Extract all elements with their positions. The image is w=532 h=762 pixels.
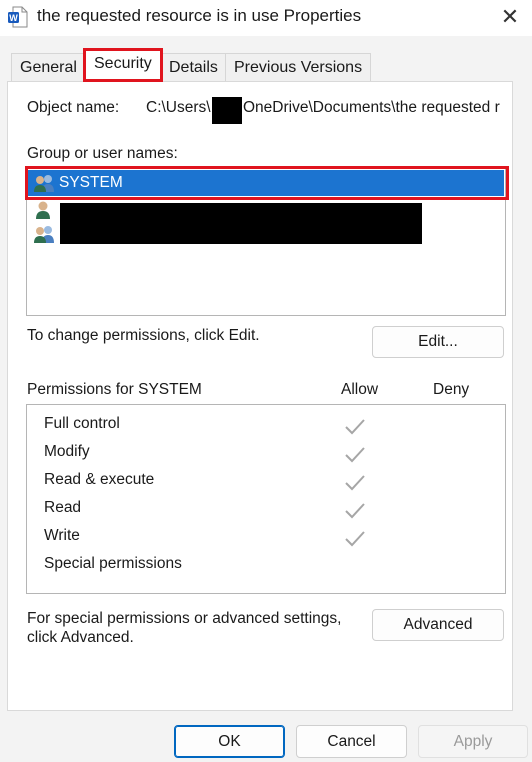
permission-full-control: Full control [44, 415, 120, 432]
svg-text:W: W [9, 13, 18, 23]
allow-check-icon [344, 502, 366, 520]
permission-special: Special permissions [44, 555, 182, 572]
object-name-label: Object name: [27, 99, 120, 116]
highlight-outline [25, 166, 509, 200]
allow-check-icon [344, 446, 366, 464]
redaction-box [212, 97, 242, 124]
tab-general[interactable]: General [11, 53, 86, 81]
permissions-header: Permissions for SYSTEM [27, 381, 202, 398]
tab-previous-versions[interactable]: Previous Versions [225, 53, 372, 81]
user-icon [33, 200, 55, 220]
edit-button[interactable]: Edit... [372, 326, 504, 358]
allow-check-icon [344, 530, 366, 548]
group-or-user-names-label: Group or user names: [27, 145, 178, 162]
word-document-icon: W [8, 6, 28, 28]
deny-column-header: Deny [433, 381, 470, 398]
redaction-box [60, 203, 422, 244]
ok-button[interactable]: OK [174, 725, 285, 758]
window-title: the requested resource is in use Propert… [37, 6, 362, 25]
cancel-button[interactable]: Cancel [296, 725, 407, 758]
apply-button[interactable]: Apply [418, 725, 528, 758]
allow-column-header: Allow [341, 381, 379, 398]
tab-details[interactable]: Details [160, 53, 227, 81]
object-path-suffix: OneDrive\Documents\the requested r [243, 99, 500, 116]
permission-modify: Modify [44, 443, 90, 460]
tab-security[interactable]: Security [83, 48, 163, 82]
allow-check-icon [344, 474, 366, 492]
user-group-icon [33, 224, 55, 244]
allow-check-icon [344, 418, 366, 436]
permission-read: Read [44, 499, 82, 516]
advanced-text-line-2: click Advanced. [27, 629, 134, 646]
change-permissions-text: To change permissions, click Edit. [27, 327, 260, 344]
object-path-prefix: C:\Users\ [146, 99, 211, 116]
advanced-text-line-1: For special permissions or advanced sett… [27, 610, 342, 627]
close-icon[interactable]: ✕ [494, 3, 526, 31]
advanced-button[interactable]: Advanced [372, 609, 504, 641]
permission-write: Write [44, 527, 80, 544]
permission-read-execute: Read & execute [44, 471, 155, 488]
